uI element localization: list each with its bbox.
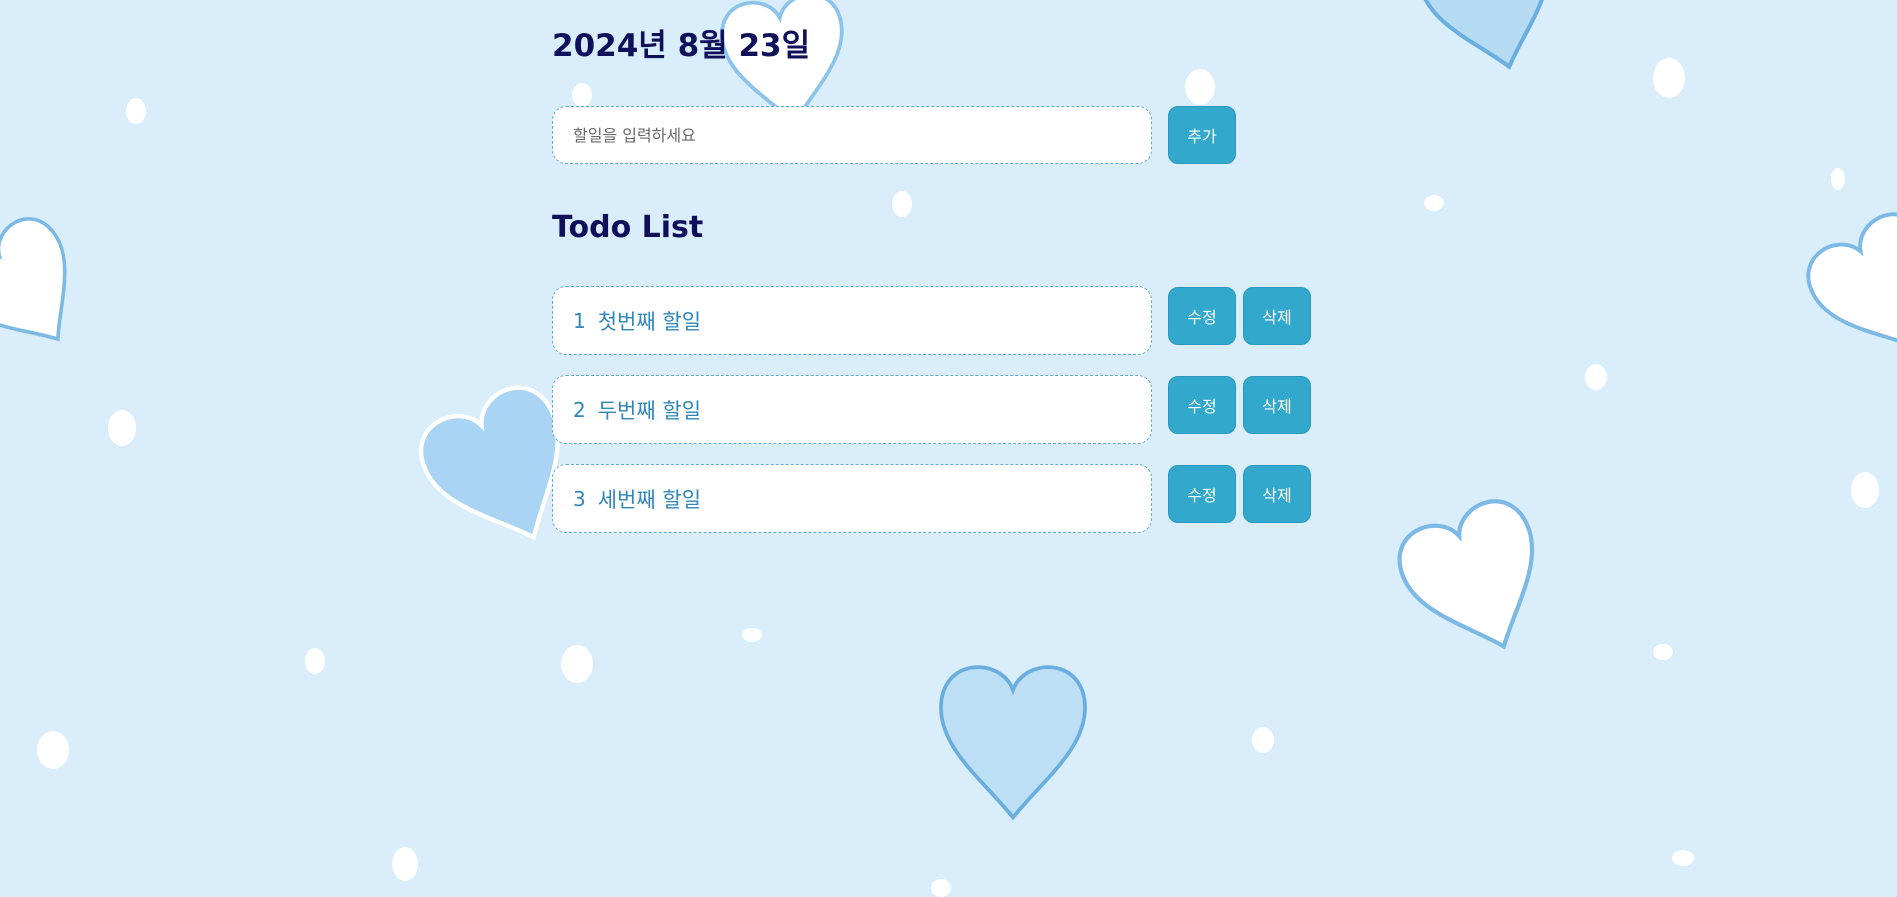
- todo-item-box: 1 첫번째 할일: [552, 286, 1152, 355]
- todo-item-number: 1: [573, 308, 586, 333]
- todo-item-text: 첫번째 할일: [597, 309, 702, 334]
- todo-item-number: 3: [573, 486, 586, 511]
- todo-item-text: 두번째 할일: [597, 398, 702, 423]
- todo-item-text: 세번째 할일: [597, 487, 702, 512]
- todo-item-box: 2 두번째 할일: [552, 375, 1152, 444]
- delete-button[interactable]: 삭제: [1243, 465, 1311, 523]
- delete-button[interactable]: 삭제: [1243, 287, 1311, 345]
- edit-button[interactable]: 수정: [1168, 376, 1236, 434]
- todo-app: 2024년 8월 23일 추가 Todo List 1 첫번째 할일 수정 삭제…: [0, 0, 1897, 897]
- edit-button[interactable]: 수정: [1168, 287, 1236, 345]
- todo-list: 1 첫번째 할일 수정 삭제 2 두번째 할일 수정 삭제 3 세번째 할일 수…: [0, 0, 1897, 897]
- todo-item-box: 3 세번째 할일: [552, 464, 1152, 533]
- todo-item-number: 2: [573, 397, 586, 422]
- edit-button[interactable]: 수정: [1168, 465, 1236, 523]
- delete-button[interactable]: 삭제: [1243, 376, 1311, 434]
